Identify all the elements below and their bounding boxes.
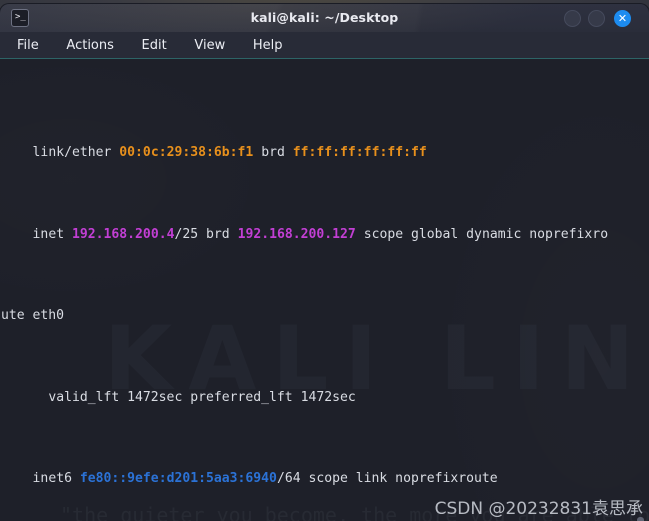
terminal-scrollbar[interactable] [637,59,647,521]
mac-broadcast: ff:ff:ff:ff:ff:ff [292,145,427,161]
brd-label-2: brd [206,226,230,242]
menu-file[interactable]: File [8,32,48,59]
menu-help[interactable]: Help [244,32,292,59]
inet-cidr: /25 [174,226,199,242]
output-line-inet6: inet6 fe80::9efe:d201:5aa3:6940/64 scope… [1,469,608,489]
inet6-cidr: /64 scope link noprefixroute [276,470,498,486]
terminal-output: link/ether 00:0c:29:38:6b:f1 brd ff:ff:f… [0,59,608,521]
close-icon: ✕ [617,12,628,25]
menu-edit[interactable]: Edit [133,32,176,59]
output-line-inet-wrap: ute eth0 [1,306,608,326]
brd-label-1: brd [261,145,285,161]
scrollbar-thumb[interactable] [637,517,644,521]
maximize-button[interactable] [588,10,605,27]
output-line-link-ether: link/ether 00:0c:29:38:6b:f1 brd ff:ff:f… [1,143,608,163]
menu-actions[interactable]: Actions [57,32,123,59]
menubar: File Actions Edit View Help [0,32,649,59]
inet-address: 192.168.200.4 [71,226,175,242]
minimize-button[interactable] [564,10,581,27]
menu-view[interactable]: View [185,32,234,59]
output-line-inet: inet 192.168.200.4/25 brd 192.168.200.12… [1,225,609,245]
inet-wrap-text: ute eth0 [1,308,65,324]
mac-address: 00:0c:29:38:6b:f1 [119,145,254,161]
inet-broadcast: 192.168.200.127 [237,226,356,242]
inet-label: inet [32,226,65,242]
window-title: kali@kali: ~/Desktop [250,10,399,25]
inet6-label: inet6 [32,470,72,486]
link-ether-label: link/ether [32,145,112,161]
output-line-valid-lft-1: valid_lft 1472sec preferred_lft 1472sec [1,388,608,408]
inet-scope: scope global dynamic noprefixro [355,226,609,242]
window-titlebar[interactable]: >_ kali@kali: ~/Desktop ✕ [0,4,649,32]
inet6-address: fe80::9efe:d201:5aa3:6940 [79,470,277,486]
terminal-content-area[interactable]: KALI LINUX "the quieter you become, the … [0,59,649,521]
terminal-window: >_ kali@kali: ~/Desktop ✕ File Actions E… [0,4,649,521]
close-button[interactable]: ✕ [614,10,631,27]
valid-lft-1: valid_lft 1472sec preferred_lft 1472sec [16,389,356,405]
